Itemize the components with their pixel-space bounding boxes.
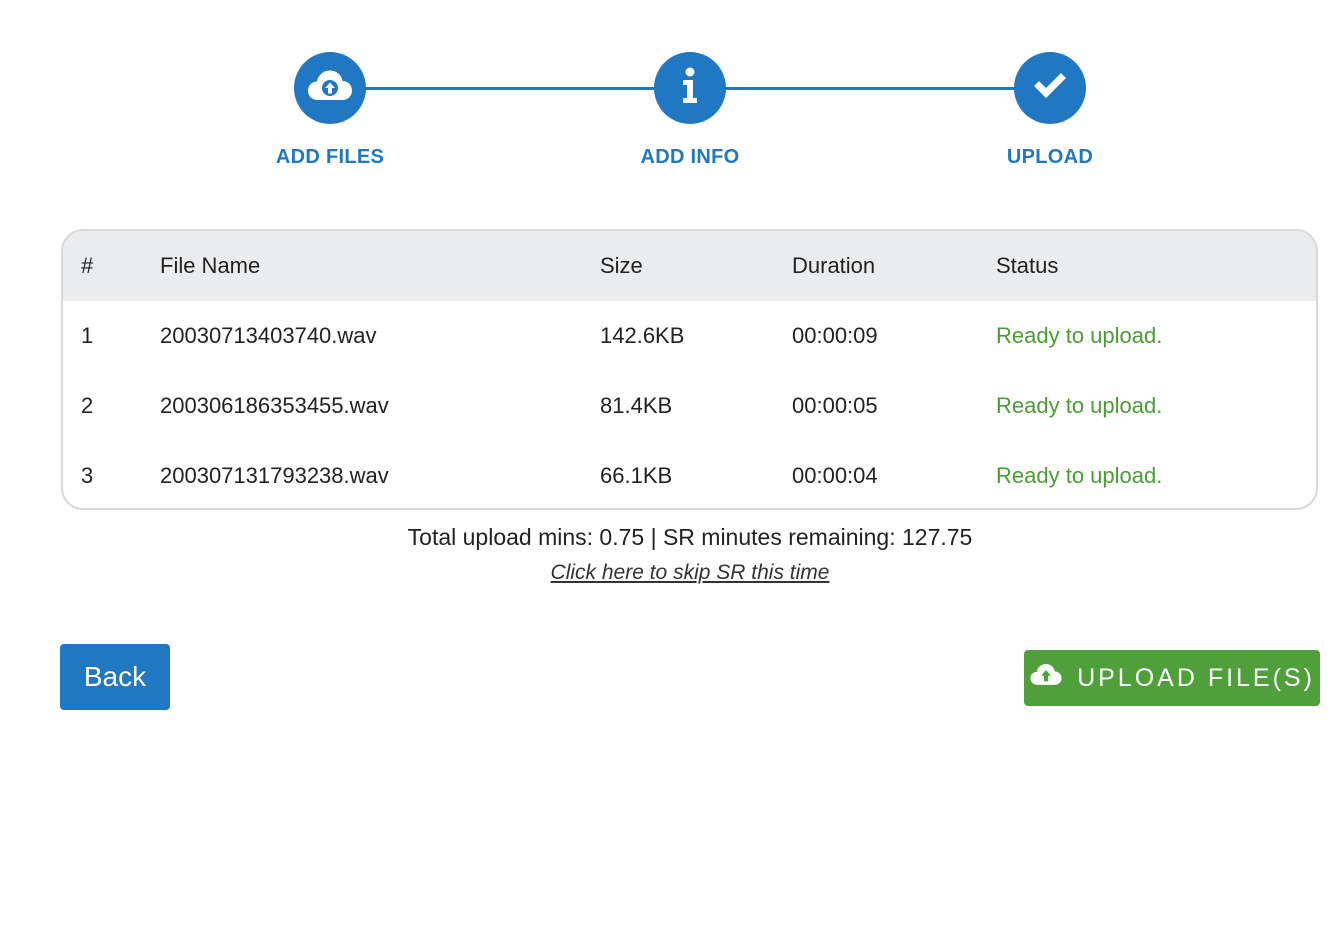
row-file-name: 20030713403740.wav [160,323,377,348]
cloud-upload-icon [1029,663,1063,694]
row-status: Ready to upload. [996,323,1163,348]
upload-files-button[interactable]: UPLOAD FILE(S) [1024,650,1320,706]
header-duration[interactable]: Duration [792,231,875,301]
step-label: ADD INFO [640,146,740,168]
upload-files-label: UPLOAD FILE(S) [1077,663,1315,692]
row-status: Ready to upload. [996,393,1163,418]
row-size: 66.1KB [600,463,673,488]
step-circle-add-info [654,52,726,124]
step-label: ADD FILES [275,146,385,168]
step-upload[interactable]: UPLOAD [950,52,1150,169]
row-duration: 00:00:09 [792,323,878,348]
cloud-upload-icon [307,69,353,108]
table-header-row: # File Name Size Duration Status [63,231,1316,301]
row-number: 2 [81,393,94,418]
row-number: 3 [81,463,94,488]
table-row[interactable]: 3 200307131793238.wav 66.1KB 00:00:04 Re… [63,441,1316,508]
files-table: # File Name Size Duration Status 1 20030… [61,229,1318,510]
row-duration: 00:00:04 [792,463,878,488]
step-circle-upload [1014,52,1086,124]
row-size: 81.4KB [600,393,673,418]
row-file-name: 200307131793238.wav [160,463,389,488]
progress-stepper: ADD FILES ADD INFO UPLOAD [0,0,1332,190]
header-status[interactable]: Status [996,231,1058,301]
row-duration: 00:00:05 [792,393,878,418]
upload-summary: Total upload mins: 0.75 | SR minutes rem… [407,524,973,550]
back-button-label: Back [83,661,147,692]
step-label: UPLOAD [1006,146,1094,168]
table-row[interactable]: 1 20030713403740.wav 142.6KB 00:00:09 Re… [63,301,1316,371]
row-size: 142.6KB [600,323,685,348]
upload-wizard-page: ADD FILES ADD INFO UPLOAD # File Name Si… [0,0,1332,946]
row-status: Ready to upload. [996,463,1163,488]
checkmark-icon [1031,71,1069,106]
step-add-files[interactable]: ADD FILES [230,52,430,169]
step-add-info[interactable]: ADD INFO [590,52,790,169]
table-row[interactable]: 2 200306186353455.wav 81.4KB 00:00:05 Re… [63,371,1316,441]
header-number: # [81,253,94,278]
header-size[interactable]: Size [600,231,643,301]
back-button[interactable]: Back [60,644,170,710]
step-circle-add-files [294,52,366,124]
row-file-name: 200306186353455.wav [160,393,389,418]
skip-sr-link[interactable]: Click here to skip SR this time [0,561,1332,585]
row-number: 1 [81,323,94,348]
header-file-name[interactable]: File Name [160,231,260,301]
info-icon [680,67,700,110]
